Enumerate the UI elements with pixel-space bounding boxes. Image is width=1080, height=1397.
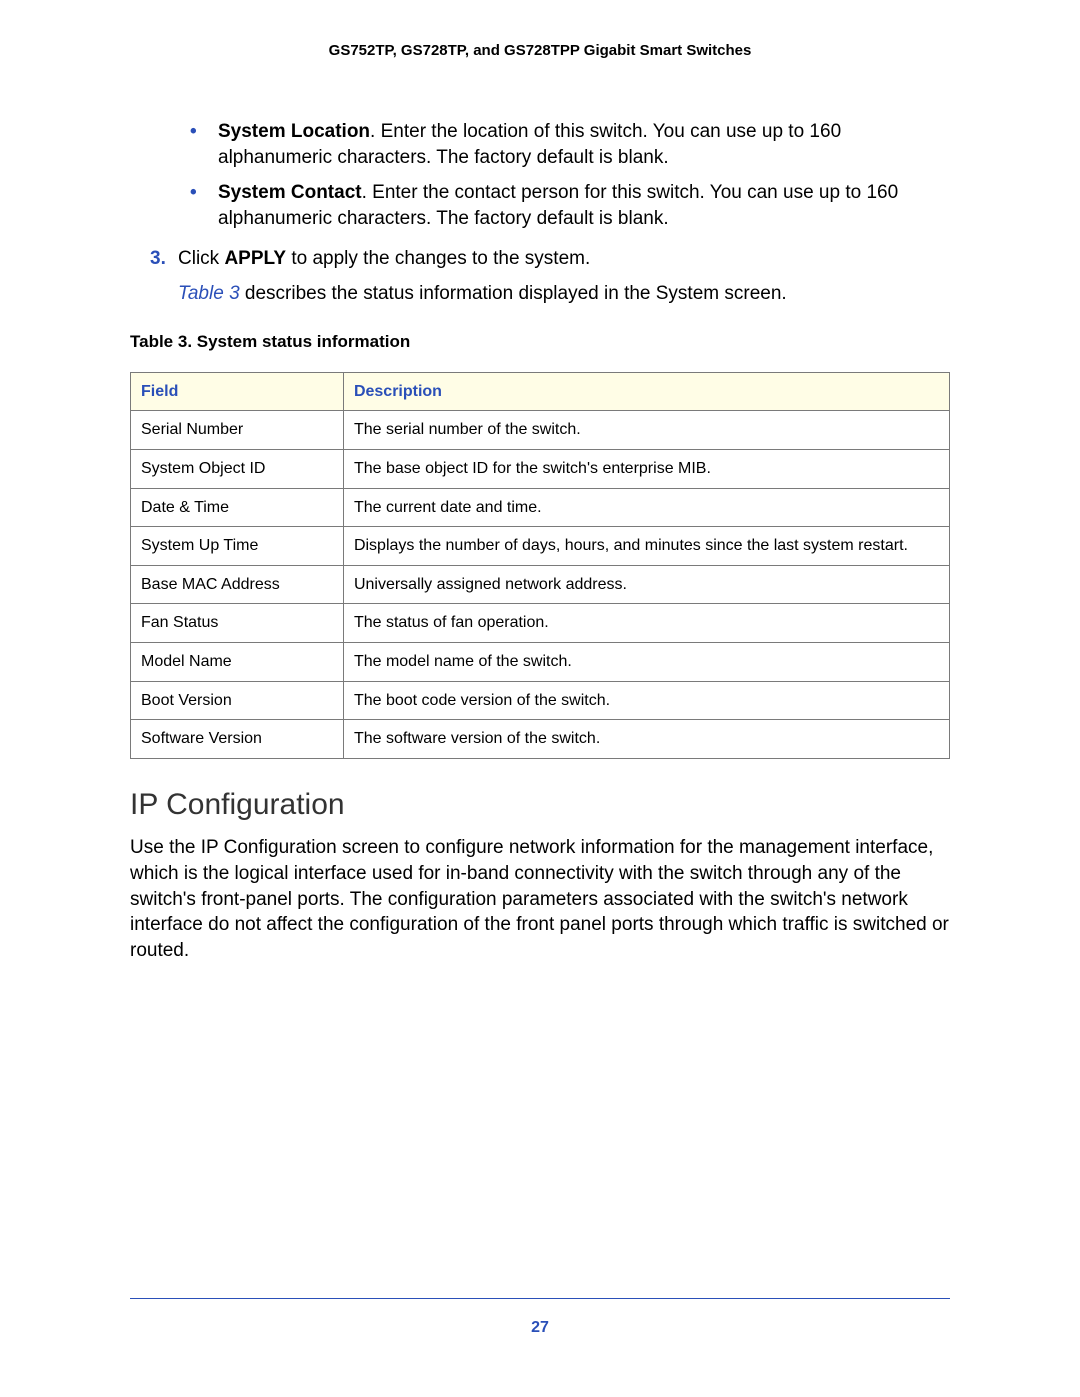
step-number: 3. (150, 246, 178, 272)
table-cell-desc: The boot code version of the switch. (343, 681, 949, 720)
step-followup: Table 3 describes the status information… (178, 281, 950, 307)
bullet-item: System Location. Enter the location of t… (190, 119, 950, 170)
table-header-description: Description (343, 372, 949, 411)
table-cell-field: System Up Time (131, 527, 344, 566)
table-row: System Object ID The base object ID for … (131, 449, 950, 488)
step-followup-text: describes the status information display… (240, 283, 787, 304)
table-cell-field: Date & Time (131, 488, 344, 527)
table-reference-link[interactable]: Table 3 (178, 283, 240, 304)
page: GS752TP, GS728TP, and GS728TPP Gigabit S… (0, 0, 1080, 1397)
table-header-field: Field (131, 372, 344, 411)
table-header-row: Field Description (131, 372, 950, 411)
section-heading-ip-configuration: IP Configuration (130, 785, 950, 826)
table-cell-desc: The software version of the switch. (343, 720, 949, 759)
bullet-item: System Contact. Enter the contact person… (190, 180, 950, 231)
system-status-table: Field Description Serial Number The seri… (130, 372, 950, 759)
numbered-step: 3. Click APPLY to apply the changes to t… (150, 246, 950, 272)
step-pre: Click (178, 248, 224, 269)
footer-rule (130, 1298, 950, 1299)
table-caption: Table 3. System status information (130, 331, 950, 354)
table-cell-desc: Displays the number of days, hours, and … (343, 527, 949, 566)
table-cell-desc: The base object ID for the switch's ente… (343, 449, 949, 488)
body-content: System Location. Enter the location of t… (130, 119, 950, 963)
table-cell-field: Fan Status (131, 604, 344, 643)
step-text: Click APPLY to apply the changes to the … (178, 246, 950, 272)
table-cell-field: System Object ID (131, 449, 344, 488)
table-row: Fan Status The status of fan operation. (131, 604, 950, 643)
table-row: Boot Version The boot code version of th… (131, 681, 950, 720)
table-row: Model Name The model name of the switch. (131, 642, 950, 681)
table-cell-field: Serial Number (131, 411, 344, 450)
table-cell-desc: The status of fan operation. (343, 604, 949, 643)
table-row: Base MAC Address Universally assigned ne… (131, 565, 950, 604)
table-row: Software Version The software version of… (131, 720, 950, 759)
page-footer: 27 (130, 1298, 950, 1337)
table-cell-field: Base MAC Address (131, 565, 344, 604)
table-cell-desc: The model name of the switch. (343, 642, 949, 681)
step-bold: APPLY (224, 248, 286, 269)
bullet-label: System Location (218, 121, 370, 142)
bullet-label: System Contact (218, 182, 362, 203)
table-cell-desc: The current date and time. (343, 488, 949, 527)
step-post: to apply the changes to the system. (286, 248, 590, 269)
table-cell-field: Model Name (131, 642, 344, 681)
table-cell-desc: The serial number of the switch. (343, 411, 949, 450)
bullet-list: System Location. Enter the location of t… (190, 119, 950, 232)
running-header: GS752TP, GS728TP, and GS728TPP Gigabit S… (130, 42, 950, 59)
table-row: Date & Time The current date and time. (131, 488, 950, 527)
table-cell-field: Software Version (131, 720, 344, 759)
table-row: System Up Time Displays the number of da… (131, 527, 950, 566)
table-cell-field: Boot Version (131, 681, 344, 720)
table-row: Serial Number The serial number of the s… (131, 411, 950, 450)
table-cell-desc: Universally assigned network address. (343, 565, 949, 604)
section-paragraph: Use the IP Configuration screen to confi… (130, 835, 950, 963)
page-number: 27 (130, 1319, 950, 1337)
